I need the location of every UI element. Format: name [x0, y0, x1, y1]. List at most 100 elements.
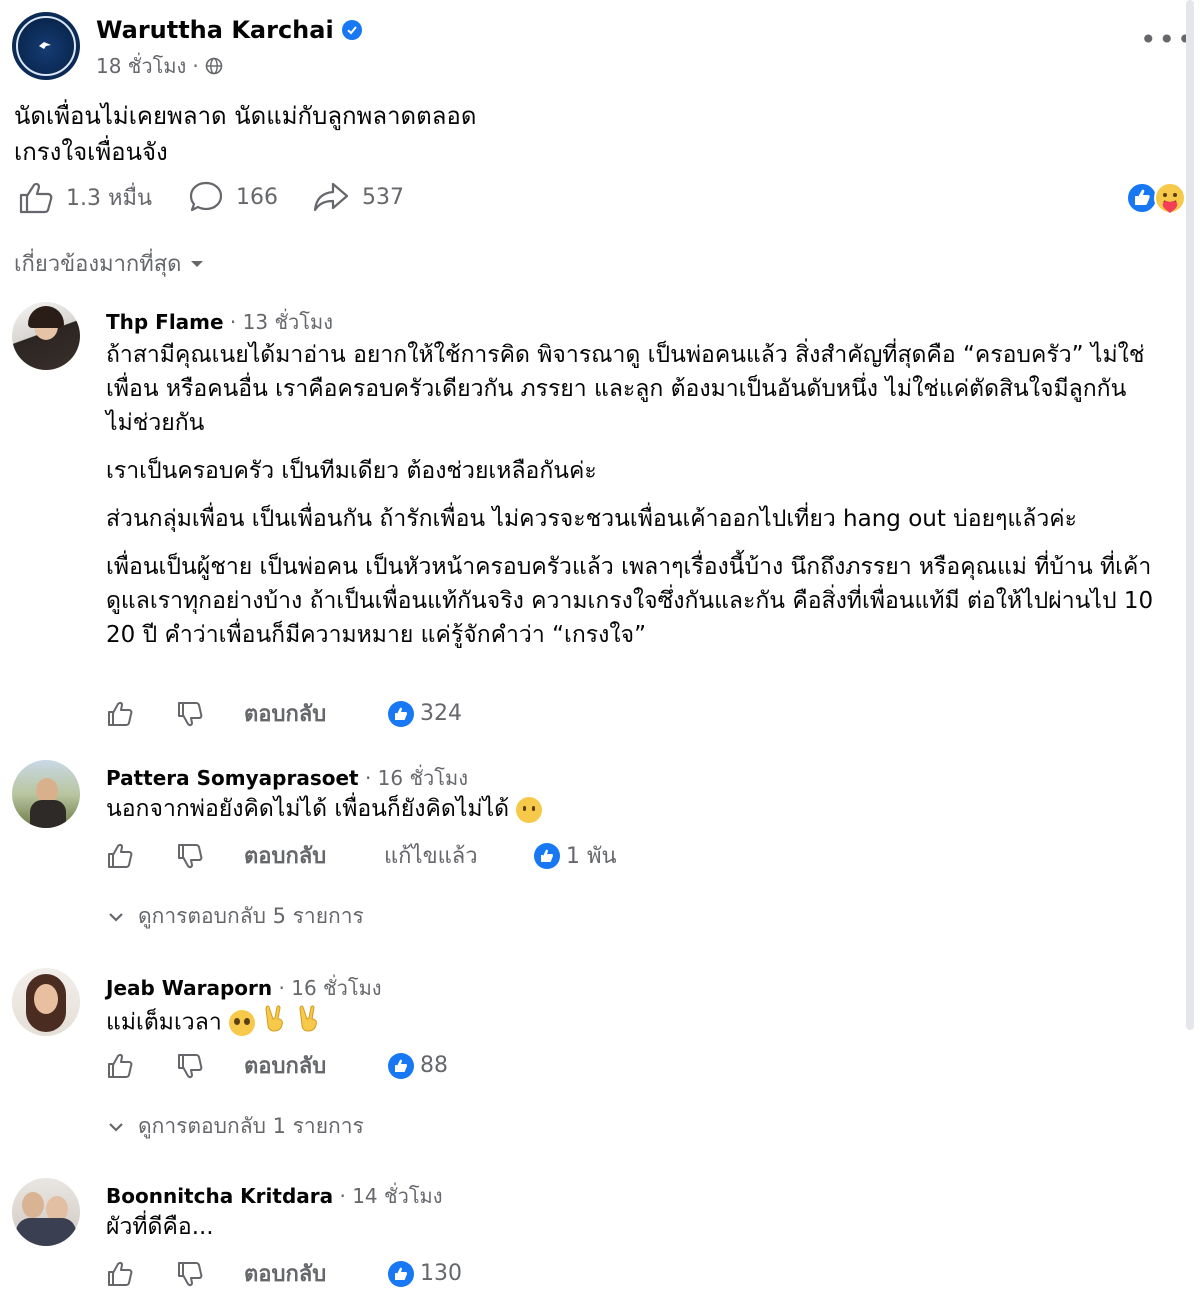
like-count: 1.3 หมื่น — [66, 186, 153, 211]
avatar[interactable] — [12, 760, 80, 828]
chevron-down-icon — [109, 912, 123, 922]
thumbs-down-icon — [178, 1261, 203, 1286]
thumbs-up-icon — [108, 843, 133, 868]
comment-time[interactable]: 16 ชั่วโมง — [378, 766, 468, 790]
comment-actions: ตอบกลับ 324 — [106, 696, 462, 731]
sort-label: เกี่ยวข้องมากที่สุด — [14, 252, 182, 277]
like-reaction-icon — [388, 700, 414, 727]
like-comment-button[interactable] — [106, 1052, 176, 1080]
comment-sort-dropdown[interactable]: เกี่ยวข้องมากที่สุด — [14, 246, 205, 281]
comment-time[interactable]: 13 ชั่วโมง — [243, 310, 333, 334]
page-avatar[interactable] — [12, 12, 80, 80]
scrollbar[interactable] — [1186, 0, 1194, 1030]
comment-reaction-count[interactable]: 130 — [388, 1260, 462, 1287]
share-count: 537 — [362, 184, 404, 210]
comment-reaction-count[interactable]: 1 พัน — [534, 838, 617, 873]
comment-paragraph: เพื่อนเป็นผู้ชาย เป็นพ่อคน เป็นหัวหน้าคร… — [106, 554, 1154, 648]
like-reaction-icon — [388, 1260, 414, 1287]
verified-badge-icon — [341, 20, 362, 40]
post-text-line: นัดเพื่อนไม่เคยพลาด นัดแม่กับลูกพลาดตลอด — [14, 102, 477, 130]
post-time[interactable]: 18 ชั่วโมง — [96, 50, 186, 82]
dislike-comment-button[interactable] — [176, 1260, 244, 1288]
comment-reaction-count[interactable]: 88 — [388, 1052, 448, 1079]
pleading-face-emoji-icon — [229, 1010, 256, 1036]
speechless-face-emoji-icon — [516, 796, 543, 823]
thumbs-up-icon — [19, 182, 53, 213]
comment-time[interactable]: 16 ชั่วโมง — [291, 976, 381, 1000]
comment-text: นอกจากพ่อยังคิดไม่ได้ เพื่อนก็ยังคิดไม่ไ… — [106, 796, 510, 822]
diver-icon — [39, 42, 51, 49]
comment-header: Thp Flame · 13 ชั่วโมง — [106, 310, 333, 334]
comment-actions: ตอบกลับ 130 — [106, 1256, 462, 1291]
share-button[interactable]: 537 — [312, 180, 404, 214]
view-replies-label: ดูการตอบกลับ 5 รายการ — [138, 904, 364, 928]
avatar[interactable] — [12, 1178, 80, 1246]
reaction-count: 1 พัน — [566, 844, 617, 869]
dislike-comment-button[interactable] — [176, 700, 244, 728]
comment-body: ถ้าสามีคุณเนยได้มาอ่าน อยากให้ใช้การคิด … — [106, 338, 1156, 666]
author-name[interactable]: Waruttha Karchai — [96, 16, 334, 44]
comment-header: Jeab Waraporn · 16 ชั่วโมง — [106, 976, 382, 1000]
comment-paragraph: เราเป็นครอบครัว เป็นทีมเดียว ต้องช่วยเหล… — [106, 458, 597, 484]
comment-paragraph: ถ้าสามีคุณเนยได้มาอ่าน อยากให้ใช้การคิด … — [106, 342, 1145, 436]
edited-label[interactable]: แก้ไขแล้ว — [384, 838, 534, 873]
thumbs-up-icon — [108, 1053, 133, 1078]
view-replies-label: ดูการตอบกลับ 1 รายการ — [138, 1114, 364, 1138]
like-comment-button[interactable] — [106, 842, 176, 870]
reaction-count: 88 — [420, 1053, 448, 1078]
comment-body: ผัวที่ดีคือ... — [106, 1210, 1156, 1244]
comment-icon — [189, 181, 223, 212]
post-author[interactable]: Waruttha Karchai — [96, 16, 362, 44]
like-button[interactable]: 1.3 หมื่น — [18, 180, 152, 215]
reply-button[interactable]: ตอบกลับ — [244, 1048, 388, 1083]
reply-button[interactable]: ตอบกลับ — [244, 1256, 388, 1291]
commenter-name[interactable]: Jeab Waraporn — [106, 976, 272, 1000]
post-text-line: เกรงใจเพื่อนจัง — [14, 138, 168, 166]
dislike-comment-button[interactable] — [176, 1052, 244, 1080]
comment-actions: ตอบกลับ แก้ไขแล้ว 1 พัน — [106, 838, 617, 873]
reaction-summary[interactable] — [1124, 180, 1188, 216]
commenter-name[interactable]: Pattera Somyaprasoet — [106, 766, 359, 790]
thumbs-up-icon — [108, 701, 133, 726]
chevron-down-icon — [109, 1122, 123, 1132]
thumbs-down-icon — [178, 701, 203, 726]
post-meta: 18 ชั่วโมง · — [96, 50, 223, 82]
commenter-name[interactable]: Boonnitcha Kritdara — [106, 1184, 333, 1208]
separator-dot: · — [192, 54, 199, 78]
comment-body: นอกจากพ่อยังคิดไม่ได้ เพื่อนก็ยังคิดไม่ไ… — [106, 792, 1156, 826]
post-text: นัดเพื่อนไม่เคยพลาด นัดแม่กับลูกพลาดตลอด… — [14, 98, 476, 170]
like-reaction-icon — [388, 1052, 414, 1079]
comment-header: Pattera Somyaprasoet · 16 ชั่วโมง — [106, 766, 468, 790]
like-reaction-icon — [534, 842, 560, 869]
comment-paragraph: ส่วนกลุ่มเพื่อน เป็นเพื่อนกัน ถ้ารักเพื่… — [106, 506, 1077, 532]
comment-header: Boonnitcha Kritdara · 14 ชั่วโมง — [106, 1184, 443, 1208]
comment-button[interactable]: 166 — [188, 180, 278, 214]
comment-time[interactable]: 14 ชั่วโมง — [352, 1184, 442, 1208]
reaction-count: 324 — [420, 701, 462, 726]
victory-hand-icon — [296, 1004, 322, 1042]
share-icon — [313, 182, 349, 212]
comment-actions: ตอบกลับ 88 — [106, 1048, 448, 1083]
caret-down-icon — [191, 260, 204, 267]
globe-icon — [205, 57, 222, 75]
thumbs-up-icon — [108, 1261, 133, 1286]
reply-button[interactable]: ตอบกลับ — [244, 696, 388, 731]
comment-text: แม่เต็มเวลา — [106, 1009, 222, 1036]
view-replies-button[interactable]: ดูการตอบกลับ 5 รายการ — [108, 900, 364, 933]
reply-button[interactable]: ตอบกลับ — [244, 838, 384, 873]
reaction-count: 130 — [420, 1261, 462, 1286]
thumbs-down-icon — [178, 1053, 203, 1078]
victory-hand-icon — [262, 1004, 288, 1042]
like-comment-button[interactable] — [106, 700, 176, 728]
commenter-name[interactable]: Thp Flame — [106, 310, 224, 334]
comment-body: แม่เต็มเวลา — [106, 1004, 1156, 1042]
avatar[interactable] — [12, 302, 80, 370]
avatar[interactable] — [12, 968, 80, 1036]
view-replies-button[interactable]: ดูการตอบกลับ 1 รายการ — [108, 1110, 364, 1143]
comment-count: 166 — [236, 184, 278, 210]
comment-reaction-count[interactable]: 324 — [388, 700, 462, 727]
comment-text: ผัวที่ดีคือ... — [106, 1214, 214, 1240]
thumbs-down-icon — [178, 843, 203, 868]
like-comment-button[interactable] — [106, 1260, 176, 1288]
dislike-comment-button[interactable] — [176, 842, 244, 870]
